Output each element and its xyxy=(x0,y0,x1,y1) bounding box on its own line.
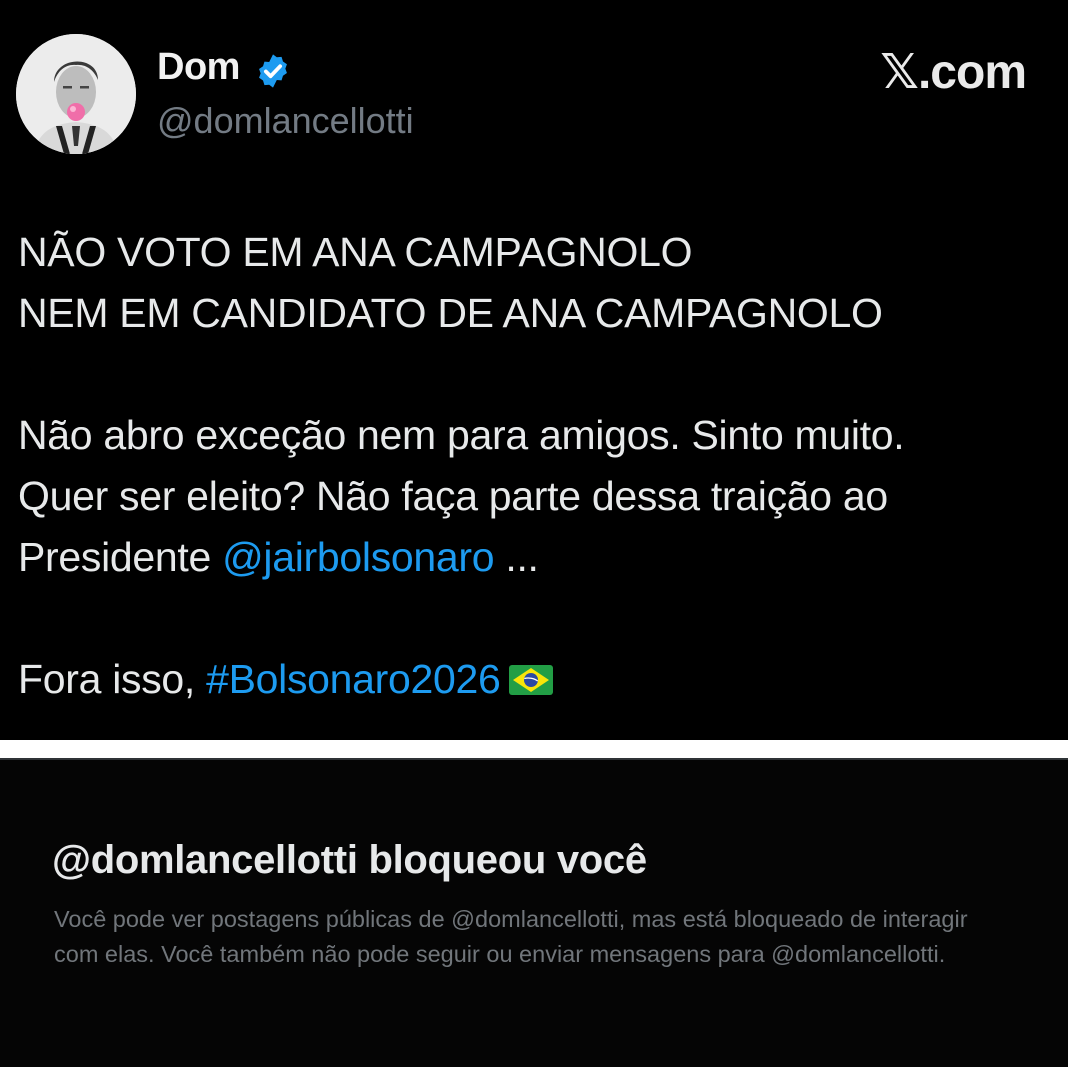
image-divider xyxy=(0,740,1068,758)
tweet-text-segment: Fora isso, xyxy=(18,656,207,702)
hashtag-link[interactable]: #Bolsonaro2026 xyxy=(206,656,501,702)
tweet-text-segment: Presidente xyxy=(18,534,223,580)
tweet-line: Não abro exceção nem para amigos. Sinto … xyxy=(18,412,905,458)
tweet-text: NÃO VOTO EM ANA CAMPAGNOLO NEM EM CANDID… xyxy=(18,222,1058,710)
tweet-line: Presidente @jairbolsonaro ... xyxy=(18,527,1058,588)
blocked-notice: @domlancellotti bloqueou você Você pode … xyxy=(0,758,1068,1067)
tweet-line: Quer ser eleito? Não faça parte dessa tr… xyxy=(18,473,888,519)
blocked-title: @domlancellotti bloqueou você xyxy=(52,838,647,882)
x-logo: 𝕏.com xyxy=(880,46,1027,99)
tweet-line: NÃO VOTO EM ANA CAMPAGNOLO xyxy=(18,229,693,275)
tweet-card: Dom @domlancellotti 𝕏.com NÃO VOTO EM AN… xyxy=(0,0,1068,740)
tweet-line: NEM EM CANDIDATO DE ANA CAMPAGNOLO xyxy=(18,290,883,336)
mention-link[interactable]: @jairbolsonaro xyxy=(222,534,494,580)
profile-photo-icon xyxy=(16,34,136,154)
tweet-text-segment: ... xyxy=(494,534,539,580)
brazil-flag-icon xyxy=(508,665,553,695)
display-name[interactable]: Dom xyxy=(157,46,240,89)
verified-badge-icon xyxy=(259,54,287,88)
avatar[interactable] xyxy=(16,34,136,154)
tweet-line: Fora isso, #Bolsonaro2026 xyxy=(18,649,1058,710)
blocked-message: Você pode ver postagens públicas de @dom… xyxy=(54,906,968,967)
author-handle[interactable]: @domlancellotti xyxy=(157,100,414,142)
